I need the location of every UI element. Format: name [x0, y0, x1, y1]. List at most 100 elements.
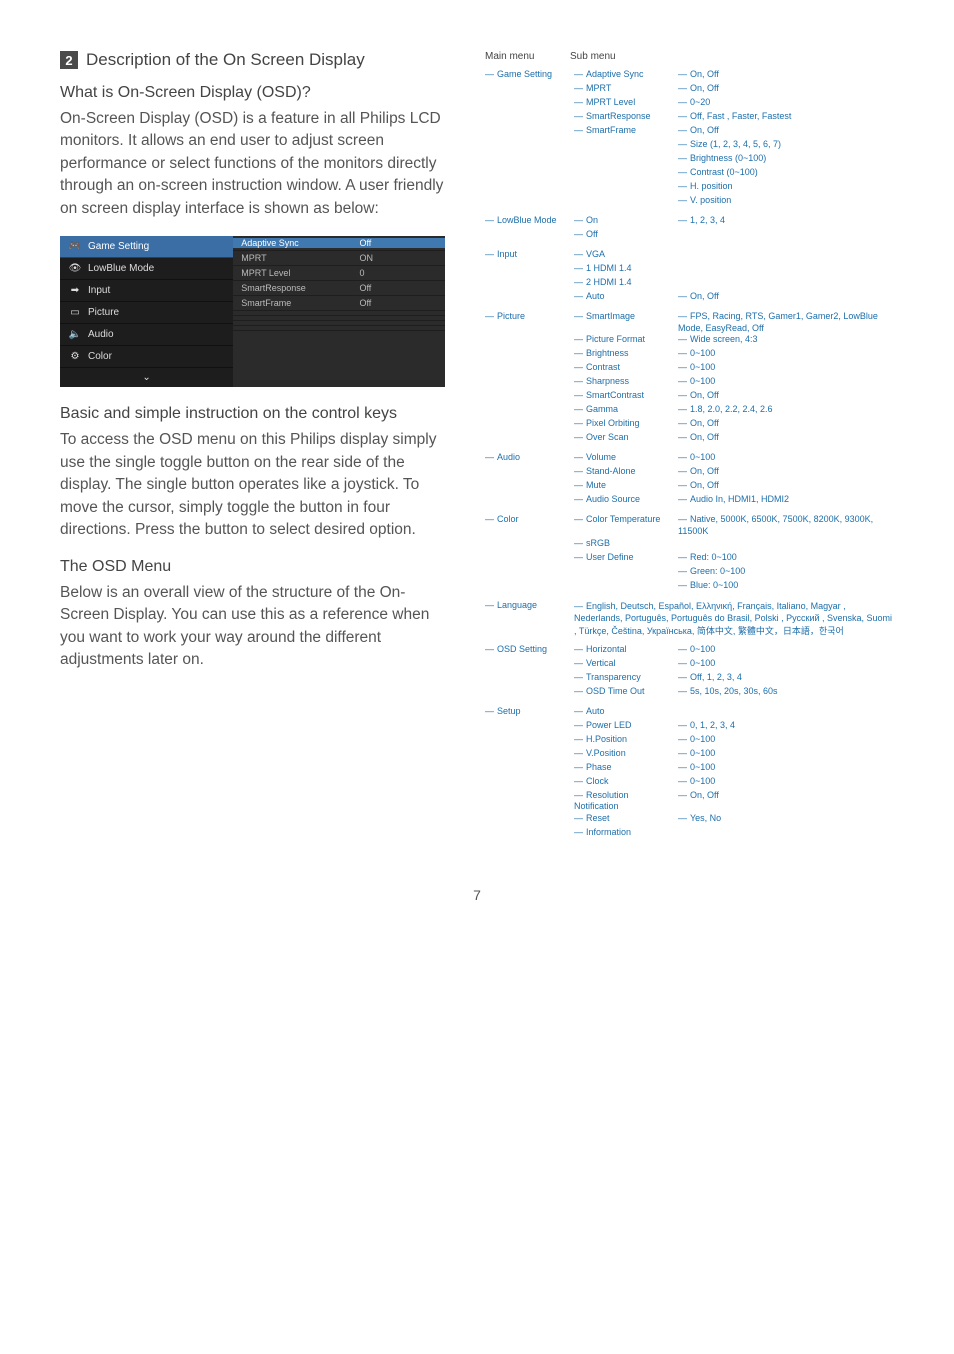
tree-main-item: —Language	[485, 600, 574, 612]
tree-sub-item: —SmartContrast	[574, 390, 678, 402]
osd-setting-row[interactable]: MPRTON	[233, 251, 445, 266]
menu-tree: —Game Setting—Adaptive Sync—On, Off—MPRT…	[485, 69, 894, 847]
tree-sub-item: —SmartResponse	[574, 111, 678, 123]
osd-nav-item[interactable]: ➡Input	[60, 280, 233, 302]
tree-sub-item: —V.Position	[574, 748, 678, 760]
tree-main-item: —Game Setting	[485, 69, 574, 81]
tree-sub-item: —Phase	[574, 762, 678, 774]
tree-sub-item: —Information	[574, 827, 678, 839]
page: 2 Description of the On Screen Display W…	[0, 0, 954, 943]
tree-sub-item: —1 HDMI 1.4	[574, 263, 678, 275]
tree-option: —On, Off	[678, 790, 894, 802]
tree-option: —0~100	[678, 376, 894, 388]
osd-nav-label: Game Setting	[88, 241, 149, 252]
tree-option: —Green: 0~100	[678, 566, 894, 578]
tree-main-item: —Audio	[485, 452, 574, 464]
osd-setting-row[interactable]: SmartFrameOff	[233, 296, 445, 311]
osd-nav-item[interactable]: ▭Picture	[60, 302, 233, 324]
tree-option: —0~100	[678, 762, 894, 774]
paragraph: To access the OSD menu on this Philips d…	[60, 429, 445, 541]
tree-option: —5s, 10s, 20s, 30s, 60s	[678, 686, 894, 698]
tree-sub-item: —Mute	[574, 480, 678, 492]
color-icon: ⚙	[68, 352, 82, 362]
tree-sub-item: —MPRT Level	[574, 97, 678, 109]
tree-option: —Audio In, HDMI1, HDMI2	[678, 494, 894, 506]
osd-setting-value: Off	[359, 283, 445, 293]
tree-sub-item: —VGA	[574, 249, 678, 261]
tree-option: —0~100	[678, 748, 894, 760]
tree-sub-item: —Color Temperature	[574, 514, 678, 526]
osd-nav-item[interactable]: 👁LowBlue Mode	[60, 258, 233, 280]
paragraph: On-Screen Display (OSD) is a feature in …	[60, 108, 445, 220]
tree-sub-item: —H.Position	[574, 734, 678, 746]
osd-nav-item[interactable]: 🔈 Audio	[60, 324, 233, 346]
paragraph: Below is an overall view of the structur…	[60, 582, 445, 672]
section-title: Description of the On Screen Display	[86, 50, 365, 70]
tree-main-item: —Setup	[485, 706, 574, 718]
tree-sub-item: —Auto	[574, 706, 678, 718]
tree-sub-item: —OSD Time Out	[574, 686, 678, 698]
osd-setting-name: Adaptive Sync	[233, 238, 359, 248]
section-number: 2	[60, 51, 78, 69]
tree-sub-item: —User Define	[574, 552, 678, 564]
tree-sub-item: —Pixel Orbiting	[574, 418, 678, 430]
osd-setting-row[interactable]: Adaptive SyncOff	[233, 236, 445, 251]
tree-sub-item: —Vertical	[574, 658, 678, 670]
tree-main-item: —OSD Setting	[485, 644, 574, 656]
tree-option: —On, Off	[678, 83, 894, 95]
osd-setting-name: MPRT Level	[233, 268, 359, 278]
tree-option: —Wide screen, 4:3	[678, 334, 894, 346]
tree-option: —On, Off	[678, 418, 894, 430]
tree-option: —Yes, No	[678, 813, 894, 825]
tree-option: —Off, Fast , Faster, Fastest	[678, 111, 894, 123]
input-icon: ➡	[68, 286, 82, 296]
tree-option: —0~100	[678, 362, 894, 374]
tree-option: —0~100	[678, 658, 894, 670]
tree-sub-item: —On	[574, 215, 678, 227]
osd-nav-item[interactable]: ⚙Color	[60, 346, 233, 368]
osd-setting-row[interactable]: SmartResponseOff	[233, 281, 445, 296]
tree-option: —Red: 0~100	[678, 552, 894, 564]
tree-option: —H. position	[678, 181, 894, 193]
chevron-down-icon[interactable]: ⌄	[60, 368, 233, 387]
tree-option: —1, 2, 3, 4	[678, 215, 894, 227]
osd-setting-value: 0	[359, 268, 445, 278]
tree-option: —On, Off	[678, 432, 894, 444]
tree-option: —0~100	[678, 644, 894, 656]
tree-option: —Native, 5000K, 6500K, 7500K, 8200K, 930…	[678, 514, 894, 537]
osd-setting-row[interactable]: MPRT Level0	[233, 266, 445, 281]
tree-sub-item: —Over Scan	[574, 432, 678, 444]
osd-nav-label: Audio	[88, 329, 114, 340]
tree-sub-item: —Brightness	[574, 348, 678, 360]
tree-head-main: Main menu	[485, 50, 570, 63]
tree-sub-item: —Clock	[574, 776, 678, 788]
tree-sub-item: —Volume	[574, 452, 678, 464]
tree-option: —Contrast (0~100)	[678, 167, 894, 179]
tree-option: —On, Off	[678, 466, 894, 478]
tree-sub-item: —MPRT	[574, 83, 678, 95]
menu-tree-column: Main menu Sub menu —Game Setting—Adaptiv…	[485, 50, 894, 847]
tree-sub-item: —Audio Source	[574, 494, 678, 506]
tree-sub-item: —Resolution Notification	[574, 790, 678, 813]
tree-option: —1.8, 2.0, 2.2, 2.4, 2.6	[678, 404, 894, 416]
tree-option: —0~100	[678, 734, 894, 746]
tree-option: —Off, 1, 2, 3, 4	[678, 672, 894, 684]
osd-setting-name: SmartFrame	[233, 298, 359, 308]
osd-nav-label: Picture	[88, 307, 119, 318]
osd-nav-item[interactable]: 🎮Game Setting	[60, 236, 233, 258]
subsection-heading: Basic and simple instruction on the cont…	[60, 405, 445, 423]
tree-option: —0~100	[678, 776, 894, 788]
subsection-heading: The OSD Menu	[60, 558, 445, 576]
tree-option: —Blue: 0~100	[678, 580, 894, 592]
osd-panel: 🎮Game Setting👁LowBlue Mode➡Input▭Picture…	[60, 236, 445, 387]
audio-icon: 🔈	[68, 330, 82, 340]
left-column: 2 Description of the On Screen Display W…	[60, 50, 445, 688]
tree-option: —0, 1, 2, 3, 4	[678, 720, 894, 732]
osd-setting-name: MPRT	[233, 253, 359, 263]
tree-sub-item: —Picture Format	[574, 334, 678, 346]
tree-sub-item: —SmartFrame	[574, 125, 678, 137]
osd-setting-value: ON	[359, 253, 445, 263]
tree-sub-item: —Power LED	[574, 720, 678, 732]
tree-main-item: —LowBlue Mode	[485, 215, 574, 227]
tree-sub-item: —sRGB	[574, 538, 678, 550]
